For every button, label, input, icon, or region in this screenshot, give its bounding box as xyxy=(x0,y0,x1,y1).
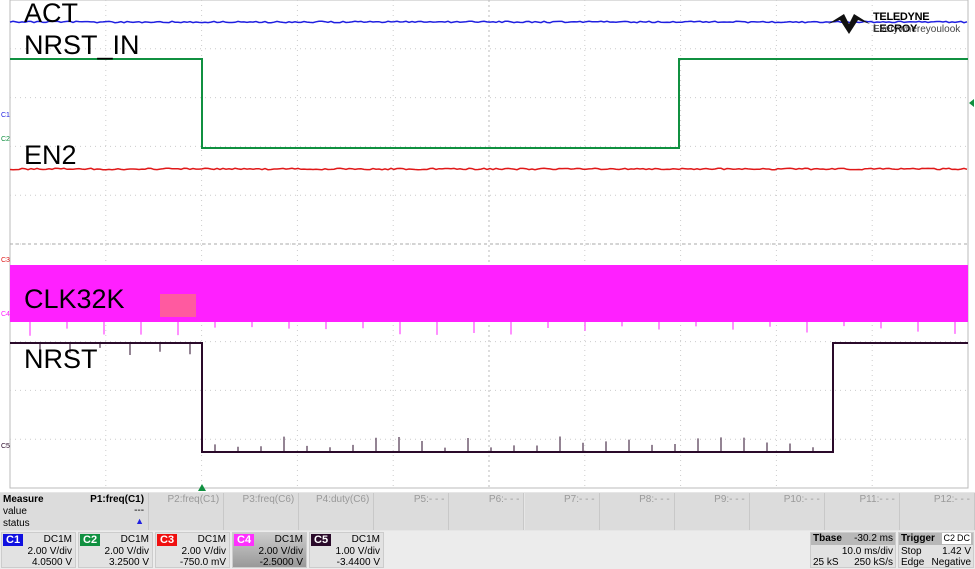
channel-box-c1[interactable]: C1 DC1M 2.00 V/div 4.0500 V xyxy=(1,532,76,568)
trace-act xyxy=(10,21,967,22)
waveform-display[interactable]: C1 C2 C3 C4 C5 xyxy=(0,0,975,492)
measure-param-p5[interactable]: P5:- - - xyxy=(374,493,449,530)
param-name: P11:- - - xyxy=(829,494,895,505)
channel-offset: -2.5000 V xyxy=(260,557,303,568)
trigger-mode: Stop xyxy=(901,546,922,557)
trace-label-act: ACT xyxy=(24,0,78,27)
channel-tag: C3 xyxy=(157,534,177,546)
channel-tag: C1 xyxy=(3,534,23,546)
channel-vdiv: 1.00 V/div xyxy=(336,546,380,557)
trigger-box[interactable]: Trigger C2 DC Stop 1.42 V Edge Negative xyxy=(898,532,974,568)
param-name: P1:freq(C1) xyxy=(78,494,144,505)
param-name: P10:- - - xyxy=(754,494,820,505)
param-name: P3:freq(C6) xyxy=(228,494,294,505)
channel-marker-c3: C3 xyxy=(1,257,10,264)
teledyne-lecroy-logo: TELEDYNE LECROY Everywhereyoulook xyxy=(828,8,968,38)
param-name: P6:- - - xyxy=(453,494,519,505)
param-name: P7:- - - xyxy=(529,494,595,505)
channel-coupling: DC1M xyxy=(44,534,72,545)
measure-param-p2[interactable]: P2:freq(C1) xyxy=(149,493,224,530)
channel-offset: -750.0 mV xyxy=(180,557,226,568)
measure-value-label: value xyxy=(3,506,71,518)
measure-param-p11[interactable]: P11:- - - xyxy=(825,493,900,530)
channel-tag: C4 xyxy=(234,534,254,546)
trace-en2 xyxy=(10,168,967,169)
trace-clk32k xyxy=(10,265,968,322)
channel-offset: -3.4400 V xyxy=(337,557,380,568)
measure-status-label: status xyxy=(3,518,71,530)
logo-icon xyxy=(828,10,870,34)
channel-vdiv: 2.00 V/div xyxy=(259,546,303,557)
grid-border xyxy=(10,0,968,488)
trace-label-nrst: NRST xyxy=(24,346,98,373)
measure-param-p7[interactable]: P7:- - - xyxy=(525,493,600,530)
trigger-coupling: DC xyxy=(956,533,971,544)
channel-marker-c5: C5 xyxy=(1,443,10,450)
param-name: P8:- - - xyxy=(604,494,670,505)
trace-nrst-in xyxy=(10,59,968,148)
channel-vdiv: 2.00 V/div xyxy=(182,546,226,557)
measure-param-p9[interactable]: P9:- - - xyxy=(675,493,750,530)
channel-marker-c4: C4 xyxy=(1,311,10,318)
measure-panel: Measure value status P1:freq(C1) --- ▲ P2:f… xyxy=(0,492,975,531)
measure-param-p10[interactable]: P10:- - - xyxy=(750,493,825,530)
channel-marker-c1: C1 xyxy=(1,112,10,119)
trace-label-clk32k: CLK32K xyxy=(24,286,125,313)
trigger-slope: Negative xyxy=(932,557,971,568)
waveforms: C1 C2 C3 C4 C5 xyxy=(1,21,974,491)
measure-param-p12[interactable]: P12:- - - xyxy=(900,493,975,530)
channel-tag: C5 xyxy=(311,534,331,546)
param-value: --- xyxy=(78,505,144,516)
channel-box-c3[interactable]: C3 DC1M 2.00 V/div -750.0 mV xyxy=(155,532,230,568)
param-name: P4:duty(C6) xyxy=(303,494,369,505)
trace-label-nrst-in: NRST_IN xyxy=(24,32,140,59)
timebase-title: Tbase xyxy=(813,533,842,544)
param-name: P5:- - - xyxy=(378,494,444,505)
trigger-title: Trigger xyxy=(901,533,935,544)
trigger-source: C2 xyxy=(942,533,956,544)
trigger-type: Edge xyxy=(901,557,924,568)
param-name: P12:- - - xyxy=(904,494,970,505)
channel-coupling: DC1M xyxy=(198,534,226,545)
channel-marker-c2: C2 xyxy=(1,136,10,143)
measure-param-p3[interactable]: P3:freq(C6) xyxy=(224,493,299,530)
timebase-rate: 250 kS/s xyxy=(854,557,893,568)
measure-title: Measure xyxy=(3,494,71,506)
channel-coupling: DC1M xyxy=(352,534,380,545)
grid xyxy=(10,0,968,488)
channel-offset: 4.0500 V xyxy=(32,557,72,568)
param-name: P2:freq(C1) xyxy=(153,494,219,505)
measure-param-p4[interactable]: P4:duty(C6) xyxy=(299,493,374,530)
param-name: P9:- - - xyxy=(679,494,745,505)
channel-box-c5[interactable]: C5 DC1M 1.00 V/div -3.4400 V xyxy=(309,532,384,568)
channel-box-c4[interactable]: C4 DC1M 2.00 V/div -2.5000 V xyxy=(232,532,307,568)
nrst-spikes xyxy=(40,343,813,452)
channel-coupling: DC1M xyxy=(121,534,149,545)
channel-coupling: DC1M xyxy=(275,534,303,545)
measure-param-p6[interactable]: P6:- - - xyxy=(449,493,524,530)
trace-label-en2: EN2 xyxy=(24,142,77,169)
channel-tag: C2 xyxy=(80,534,100,546)
measure-header: Measure value status xyxy=(0,493,74,530)
channel-box-c2[interactable]: C2 DC1M 2.00 V/div 3.2500 V xyxy=(78,532,153,568)
channel-vdiv: 2.00 V/div xyxy=(28,546,72,557)
channel-vdiv: 2.00 V/div xyxy=(105,546,149,557)
trigger-level-icon xyxy=(969,99,974,107)
measure-param-p1[interactable]: P1:freq(C1) --- ▲ xyxy=(74,493,149,530)
clk32k-spikes xyxy=(30,322,955,336)
status-warning-icon: ▲ xyxy=(78,516,144,526)
trigger-level: 1.42 V xyxy=(942,546,971,557)
clk32k-marker xyxy=(160,294,196,317)
timebase-delay: -30.2 ms xyxy=(854,533,893,544)
measure-param-p8[interactable]: P8:- - - xyxy=(600,493,675,530)
timebase-samples: 25 kS xyxy=(813,557,839,568)
logo-tagline: Everywhereyoulook xyxy=(873,24,960,35)
timebase-tdiv: 10.0 ms/div xyxy=(842,546,893,557)
channel-offset: 3.2500 V xyxy=(109,557,149,568)
timebase-box[interactable]: Tbase -30.2 ms 10.0 ms/div 25 kS 250 kS/… xyxy=(810,532,896,568)
